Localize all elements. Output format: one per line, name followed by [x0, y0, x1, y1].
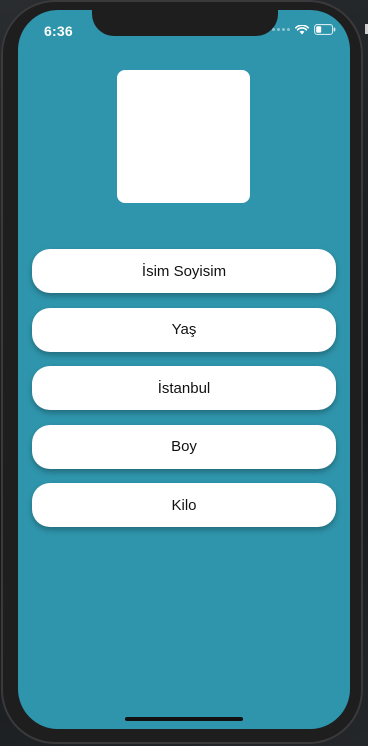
status-icons [272, 24, 336, 35]
status-time: 6:36 [44, 23, 73, 39]
weight-row[interactable]: Kilo [32, 483, 336, 527]
height-row[interactable]: Boy [32, 424, 336, 469]
name-row[interactable]: İsim Soyisim [32, 249, 336, 293]
age-row[interactable]: Yaş [32, 307, 336, 352]
phone-frame: 6:36 İsim Soyisim Yaş İstanbul Boy Kilo [1, 0, 363, 744]
device-notch [92, 10, 278, 36]
wifi-icon [295, 24, 309, 35]
profile-info-list: İsim Soyisim Yaş İstanbul Boy Kilo [32, 249, 336, 542]
signal-dots-icon [272, 28, 290, 31]
profile-photo-placeholder[interactable] [117, 70, 250, 203]
home-indicator[interactable] [125, 717, 243, 721]
battery-icon [314, 24, 336, 35]
city-row[interactable]: İstanbul [32, 366, 336, 410]
app-screen: 6:36 İsim Soyisim Yaş İstanbul Boy Kilo [18, 10, 350, 729]
